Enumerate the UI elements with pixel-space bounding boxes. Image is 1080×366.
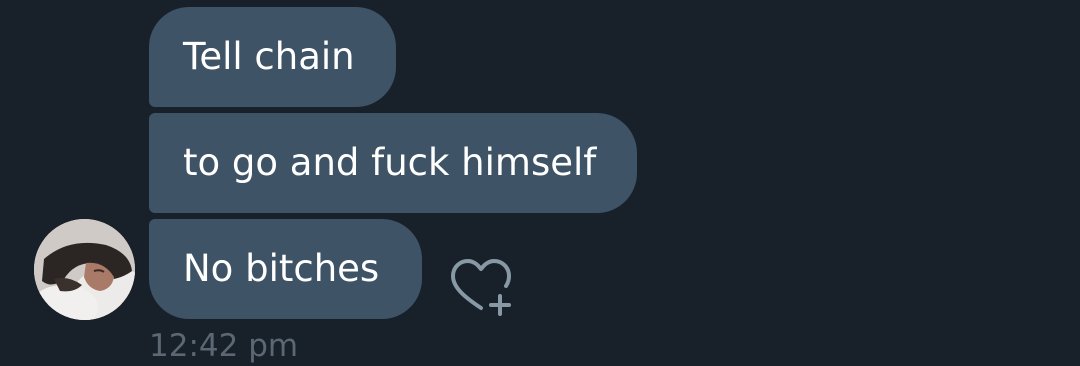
message-timestamp: 12:42 pm bbox=[149, 328, 299, 364]
add-reaction-button[interactable] bbox=[448, 258, 514, 316]
message-bubble[interactable]: Tell chain bbox=[149, 7, 396, 107]
message-text: Tell chain bbox=[183, 35, 355, 78]
message-text: No bitches bbox=[183, 247, 380, 290]
message-bubble[interactable]: No bitches bbox=[149, 219, 422, 319]
message-bubble[interactable]: to go and fuck himself bbox=[149, 113, 637, 213]
avatar[interactable] bbox=[34, 219, 135, 320]
avatar-photo bbox=[34, 219, 135, 320]
message-thread: Tell chain to go and fuck himself No bit… bbox=[0, 0, 1080, 364]
heart-plus-icon bbox=[451, 259, 511, 316]
message-text: to go and fuck himself bbox=[183, 141, 597, 184]
